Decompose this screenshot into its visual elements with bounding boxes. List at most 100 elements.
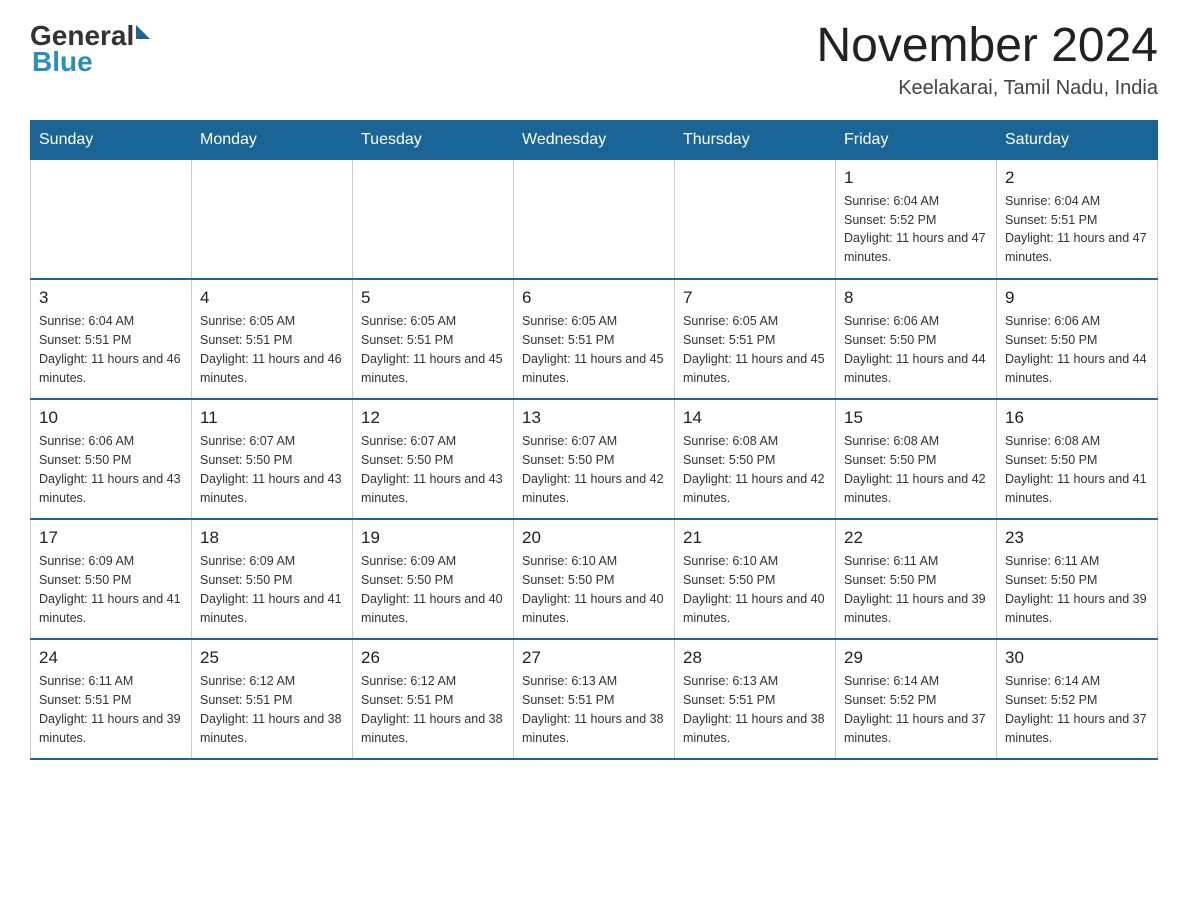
calendar-week-row: 24Sunrise: 6:11 AM Sunset: 5:51 PM Dayli… <box>31 639 1158 759</box>
calendar-day-cell <box>192 159 353 279</box>
day-number: 16 <box>1005 408 1149 428</box>
month-title: November 2024 <box>816 20 1158 73</box>
day-number: 15 <box>844 408 988 428</box>
calendar-day-cell: 4 Sunrise: 6:05 AM Sunset: 5:51 PM Daylig… <box>192 279 353 399</box>
day-info: Sunrise: 6:08 AM Sunset: 5:50 PM Dayligh… <box>683 432 827 507</box>
day-info: Sunrise: 6:04 AM Sunset: 5:51 PM Dayligh… <box>1005 192 1149 267</box>
calendar-day-cell: 2 Sunrise: 6:04 AM Sunset: 5:51 PM Daylig… <box>997 159 1158 279</box>
day-info: Sunrise: 6:05 AM Sunset: 5:51 PM Dayligh… <box>200 312 344 387</box>
day-number: 2 <box>1005 168 1149 188</box>
calendar-day-cell: 30 Sunrise: 6:14 AM Sunset: 5:52 PM Dayli… <box>997 639 1158 759</box>
day-number: 4 <box>200 288 344 308</box>
day-number: 18 <box>200 528 344 548</box>
calendar-day-cell: 24Sunrise: 6:11 AM Sunset: 5:51 PM Dayli… <box>31 639 192 759</box>
calendar-day-cell: 13Sunrise: 6:07 AM Sunset: 5:50 PM Dayli… <box>514 399 675 519</box>
calendar-day-cell: 29Sunrise: 6:14 AM Sunset: 5:52 PM Dayli… <box>836 639 997 759</box>
calendar-day-cell: 15Sunrise: 6:08 AM Sunset: 5:50 PM Dayli… <box>836 399 997 519</box>
day-number: 29 <box>844 648 988 668</box>
calendar-day-cell: 1Sunrise: 6:04 AM Sunset: 5:52 PM Daylig… <box>836 159 997 279</box>
day-number: 10 <box>39 408 183 428</box>
weekday-header-friday: Friday <box>836 120 997 159</box>
calendar-day-cell: 9 Sunrise: 6:06 AM Sunset: 5:50 PM Daylig… <box>997 279 1158 399</box>
day-number: 14 <box>683 408 827 428</box>
page-header: General Blue November 2024 Keelakarai, T… <box>30 20 1158 100</box>
calendar-day-cell: 3 Sunrise: 6:04 AM Sunset: 5:51 PM Daylig… <box>31 279 192 399</box>
day-info: Sunrise: 6:08 AM Sunset: 5:50 PM Dayligh… <box>1005 432 1149 507</box>
day-number: 9 <box>1005 288 1149 308</box>
day-number: 8 <box>844 288 988 308</box>
day-number: 5 <box>361 288 505 308</box>
day-number: 7 <box>683 288 827 308</box>
day-info: Sunrise: 6:05 AM Sunset: 5:51 PM Dayligh… <box>683 312 827 387</box>
day-number: 23 <box>1005 528 1149 548</box>
logo-blue-text: Blue <box>32 46 150 78</box>
calendar-day-cell: 16 Sunrise: 6:08 AM Sunset: 5:50 PM Dayli… <box>997 399 1158 519</box>
day-info: Sunrise: 6:12 AM Sunset: 5:51 PM Dayligh… <box>200 672 344 747</box>
calendar-day-cell: 10 Sunrise: 6:06 AM Sunset: 5:50 PM Dayli… <box>31 399 192 519</box>
weekday-header-row: SundayMondayTuesdayWednesdayThursdayFrid… <box>31 120 1158 159</box>
weekday-header-sunday: Sunday <box>31 120 192 159</box>
calendar-day-cell <box>31 159 192 279</box>
day-info: Sunrise: 6:07 AM Sunset: 5:50 PM Dayligh… <box>522 432 666 507</box>
day-info: Sunrise: 6:05 AM Sunset: 5:51 PM Dayligh… <box>361 312 505 387</box>
day-number: 25 <box>200 648 344 668</box>
weekday-header-wednesday: Wednesday <box>514 120 675 159</box>
calendar-week-row: 17Sunrise: 6:09 AM Sunset: 5:50 PM Dayli… <box>31 519 1158 639</box>
day-info: Sunrise: 6:04 AM Sunset: 5:52 PM Dayligh… <box>844 192 988 267</box>
day-info: Sunrise: 6:07 AM Sunset: 5:50 PM Dayligh… <box>361 432 505 507</box>
calendar-day-cell: 17Sunrise: 6:09 AM Sunset: 5:50 PM Dayli… <box>31 519 192 639</box>
day-info: Sunrise: 6:06 AM Sunset: 5:50 PM Dayligh… <box>39 432 183 507</box>
weekday-header-saturday: Saturday <box>997 120 1158 159</box>
logo: General Blue <box>30 20 150 78</box>
day-number: 19 <box>361 528 505 548</box>
day-info: Sunrise: 6:09 AM Sunset: 5:50 PM Dayligh… <box>361 552 505 627</box>
day-info: Sunrise: 6:07 AM Sunset: 5:50 PM Dayligh… <box>200 432 344 507</box>
weekday-header-monday: Monday <box>192 120 353 159</box>
calendar-day-cell <box>353 159 514 279</box>
calendar-day-cell: 14 Sunrise: 6:08 AM Sunset: 5:50 PM Dayli… <box>675 399 836 519</box>
calendar-day-cell: 5 Sunrise: 6:05 AM Sunset: 5:51 PM Daylig… <box>353 279 514 399</box>
weekday-header-thursday: Thursday <box>675 120 836 159</box>
calendar-day-cell: 22 Sunrise: 6:11 AM Sunset: 5:50 PM Dayli… <box>836 519 997 639</box>
calendar-day-cell: 6Sunrise: 6:05 AM Sunset: 5:51 PM Daylig… <box>514 279 675 399</box>
day-number: 12 <box>361 408 505 428</box>
day-info: Sunrise: 6:13 AM Sunset: 5:51 PM Dayligh… <box>683 672 827 747</box>
calendar-day-cell: 26 Sunrise: 6:12 AM Sunset: 5:51 PM Dayli… <box>353 639 514 759</box>
day-number: 22 <box>844 528 988 548</box>
day-info: Sunrise: 6:12 AM Sunset: 5:51 PM Dayligh… <box>361 672 505 747</box>
day-number: 26 <box>361 648 505 668</box>
day-number: 20 <box>522 528 666 548</box>
calendar-day-cell: 28 Sunrise: 6:13 AM Sunset: 5:51 PM Dayli… <box>675 639 836 759</box>
calendar-day-cell: 7 Sunrise: 6:05 AM Sunset: 5:51 PM Daylig… <box>675 279 836 399</box>
day-info: Sunrise: 6:11 AM Sunset: 5:51 PM Dayligh… <box>39 672 183 747</box>
calendar-day-cell: 27Sunrise: 6:13 AM Sunset: 5:51 PM Dayli… <box>514 639 675 759</box>
day-info: Sunrise: 6:10 AM Sunset: 5:50 PM Dayligh… <box>683 552 827 627</box>
calendar-week-row: 1Sunrise: 6:04 AM Sunset: 5:52 PM Daylig… <box>31 159 1158 279</box>
day-info: Sunrise: 6:04 AM Sunset: 5:51 PM Dayligh… <box>39 312 183 387</box>
day-number: 21 <box>683 528 827 548</box>
calendar-day-cell: 21 Sunrise: 6:10 AM Sunset: 5:50 PM Dayli… <box>675 519 836 639</box>
calendar-day-cell: 19 Sunrise: 6:09 AM Sunset: 5:50 PM Dayli… <box>353 519 514 639</box>
day-number: 28 <box>683 648 827 668</box>
day-info: Sunrise: 6:11 AM Sunset: 5:50 PM Dayligh… <box>844 552 988 627</box>
day-number: 6 <box>522 288 666 308</box>
calendar-day-cell <box>675 159 836 279</box>
title-area: November 2024 Keelakarai, Tamil Nadu, In… <box>816 20 1158 100</box>
day-info: Sunrise: 6:06 AM Sunset: 5:50 PM Dayligh… <box>1005 312 1149 387</box>
calendar-week-row: 3 Sunrise: 6:04 AM Sunset: 5:51 PM Daylig… <box>31 279 1158 399</box>
day-info: Sunrise: 6:14 AM Sunset: 5:52 PM Dayligh… <box>1005 672 1149 747</box>
location-title: Keelakarai, Tamil Nadu, India <box>816 77 1158 100</box>
day-info: Sunrise: 6:11 AM Sunset: 5:50 PM Dayligh… <box>1005 552 1149 627</box>
day-number: 3 <box>39 288 183 308</box>
calendar-day-cell: 25 Sunrise: 6:12 AM Sunset: 5:51 PM Dayli… <box>192 639 353 759</box>
day-number: 30 <box>1005 648 1149 668</box>
calendar-day-cell: 23 Sunrise: 6:11 AM Sunset: 5:50 PM Dayli… <box>997 519 1158 639</box>
calendar-day-cell <box>514 159 675 279</box>
day-number: 11 <box>200 408 344 428</box>
calendar-table: SundayMondayTuesdayWednesdayThursdayFrid… <box>30 120 1158 761</box>
calendar-day-cell: 12 Sunrise: 6:07 AM Sunset: 5:50 PM Dayli… <box>353 399 514 519</box>
day-info: Sunrise: 6:09 AM Sunset: 5:50 PM Dayligh… <box>200 552 344 627</box>
calendar-day-cell: 11 Sunrise: 6:07 AM Sunset: 5:50 PM Dayli… <box>192 399 353 519</box>
calendar-day-cell: 8Sunrise: 6:06 AM Sunset: 5:50 PM Daylig… <box>836 279 997 399</box>
day-info: Sunrise: 6:10 AM Sunset: 5:50 PM Dayligh… <box>522 552 666 627</box>
